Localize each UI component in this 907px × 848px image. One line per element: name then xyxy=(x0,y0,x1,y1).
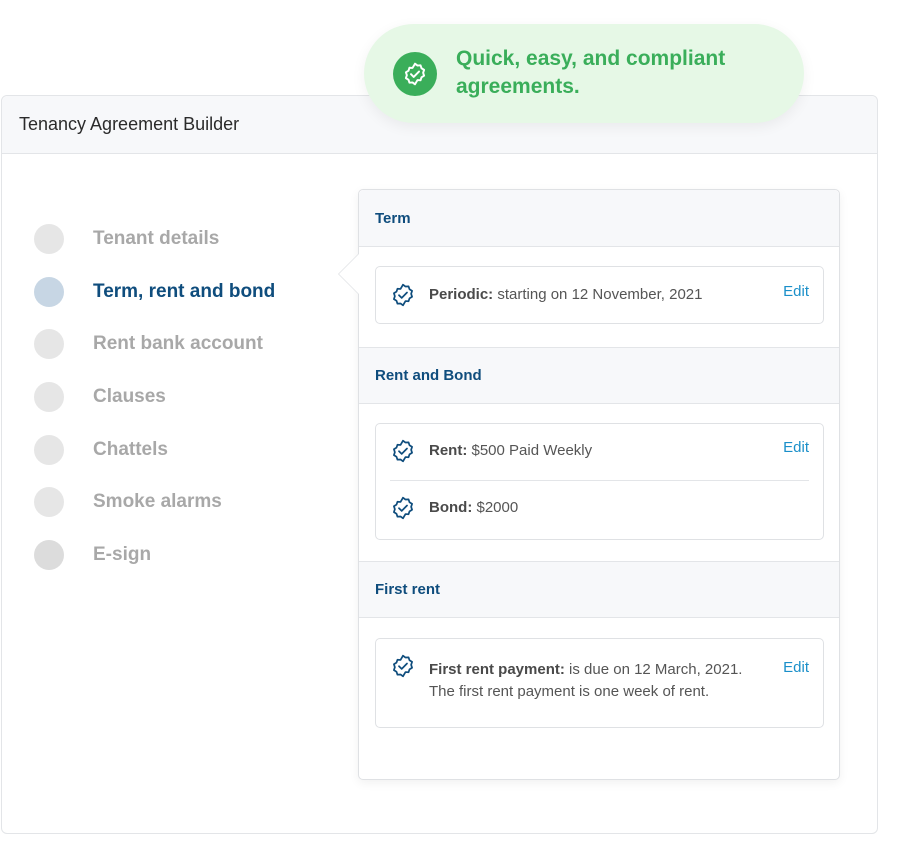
step-smoke-alarms[interactable]: Smoke alarms xyxy=(34,476,275,529)
rent-row: Rent: $500 Paid Weekly Edit xyxy=(376,424,823,480)
step-indicator xyxy=(34,539,64,570)
bond-label: Bond: xyxy=(429,499,473,516)
first-rent-line: First rent payment: is due on 12 March, … xyxy=(429,659,769,681)
bond-row: Bond: $2000 xyxy=(376,481,823,521)
step-e-sign[interactable]: E-sign xyxy=(34,529,275,582)
badge-check-icon xyxy=(393,496,413,520)
step-indicator-active xyxy=(34,276,64,307)
first-rent-label: First rent payment: xyxy=(429,661,565,678)
step-chattels[interactable]: Chattels xyxy=(34,423,275,476)
section-header-first-rent: First rent xyxy=(359,561,839,618)
first-rent-card: First rent payment: is due on 12 March, … xyxy=(375,638,824,728)
term-card: Periodic: starting on 12 November, 2021 … xyxy=(375,266,824,324)
first-rent-value: is due on 12 March, 2021. xyxy=(564,661,743,678)
section-header-rent-bond: Rent and Bond xyxy=(359,347,839,404)
step-label: E-sign xyxy=(93,543,152,565)
edit-term-link[interactable]: Edit xyxy=(783,283,809,300)
term-value: starting on 12 November, 2021 xyxy=(493,286,703,303)
step-indicator xyxy=(34,224,64,255)
step-tenant-details[interactable]: Tenant details xyxy=(34,213,275,266)
step-list: Tenant details Term, rent and bond Rent … xyxy=(34,213,275,581)
step-label: Chattels xyxy=(93,438,168,460)
step-label: Rent bank account xyxy=(93,333,263,355)
step-indicator xyxy=(34,434,64,465)
term-row: Periodic: starting on 12 November, 2021 … xyxy=(376,267,823,308)
step-label: Smoke alarms xyxy=(93,491,222,513)
term-label: Periodic: xyxy=(429,286,494,303)
bond-text: Bond: $2000 xyxy=(429,495,518,519)
badge-check-icon xyxy=(393,439,413,463)
summary-panel: Term Periodic: starting on 12 November, … xyxy=(338,189,840,780)
rent-text: Rent: $500 Paid Weekly xyxy=(429,438,592,462)
agreement-builder-window: Tenancy Agreement Builder Tenant details… xyxy=(1,95,878,834)
rent-label: Rent: xyxy=(429,442,468,459)
success-toast: Quick, easy, and compliant agreements. xyxy=(364,24,804,123)
first-rent-note: The first rent payment is one week of re… xyxy=(429,683,710,700)
step-label: Tenant details xyxy=(93,228,220,250)
first-rent-row: First rent payment: is due on 12 March, … xyxy=(376,639,823,703)
step-rent-bank-account[interactable]: Rent bank account xyxy=(34,318,275,371)
edit-rent-link[interactable]: Edit xyxy=(783,439,809,456)
rent-bond-card: Rent: $500 Paid Weekly Edit Bond: $2000 xyxy=(375,423,824,540)
toast-message: Quick, easy, and compliant agreements. xyxy=(456,47,726,98)
rent-value: $500 Paid Weekly xyxy=(467,442,593,459)
edit-first-rent-link[interactable]: Edit xyxy=(783,659,809,676)
section-header-term: Term xyxy=(359,190,839,247)
step-clauses[interactable]: Clauses xyxy=(34,371,275,424)
step-indicator xyxy=(34,487,64,518)
bond-value: $2000 xyxy=(472,499,519,516)
badge-check-icon xyxy=(393,654,413,678)
badge-check-icon xyxy=(393,52,437,96)
step-label: Clauses xyxy=(93,386,166,408)
step-indicator xyxy=(34,329,64,360)
badge-check-icon xyxy=(393,283,413,307)
panel-pointer xyxy=(338,253,359,295)
step-indicator xyxy=(34,382,64,413)
step-term-rent-bond[interactable]: Term, rent and bond xyxy=(34,266,275,319)
term-text: Periodic: starting on 12 November, 2021 xyxy=(429,282,702,306)
builder-title: Tenancy Agreement Builder xyxy=(19,114,240,134)
step-label: Term, rent and bond xyxy=(93,280,276,302)
first-rent-text: First rent payment: is due on 12 March, … xyxy=(429,653,769,703)
